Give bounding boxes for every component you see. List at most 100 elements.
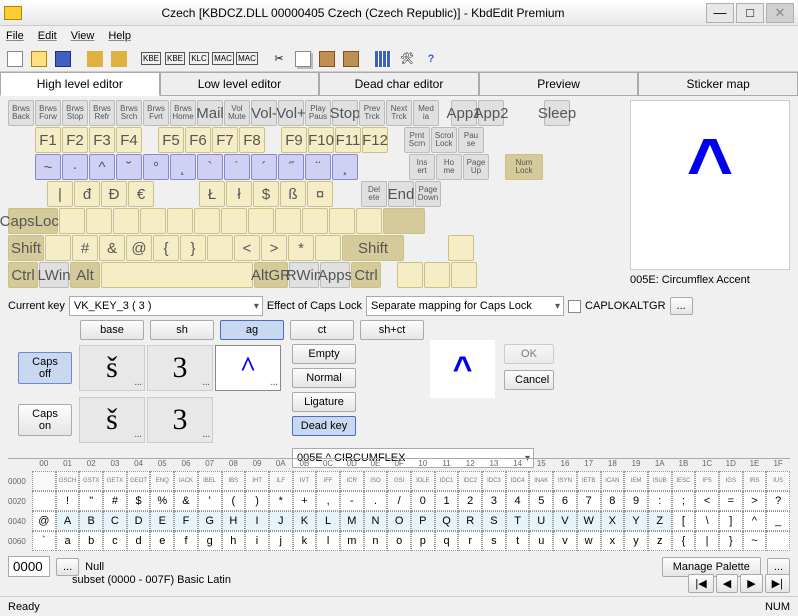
pal-cell[interactable]: 8: [601, 491, 625, 511]
palette-more-button[interactable]: ...: [767, 558, 790, 576]
pal-cell[interactable]: W: [577, 511, 601, 531]
pal-cell[interactable]: IGS: [719, 471, 743, 491]
key-next-trck[interactable]: NextTrck: [386, 100, 412, 126]
pal-cell[interactable]: A: [56, 511, 80, 531]
key--[interactable]: ¨: [305, 154, 331, 180]
tool-mac1[interactable]: MAC: [212, 48, 234, 70]
pal-cell[interactable]: GEOT: [127, 471, 151, 491]
key-num-lock[interactable]: NumLock: [505, 154, 543, 180]
key-ho-me[interactable]: Home: [436, 154, 462, 180]
pal-cell[interactable]: 2: [458, 491, 482, 511]
key--[interactable]: `: [197, 154, 223, 180]
key-f11[interactable]: F11: [335, 127, 361, 153]
pal-cell[interactable]: E: [150, 511, 174, 531]
pal-cell[interactable]: |: [695, 531, 719, 551]
key-brws-home[interactable]: BrwsHome: [170, 100, 196, 126]
key--[interactable]: ˙: [224, 154, 250, 180]
key--[interactable]: ·: [62, 154, 88, 180]
pal-cell[interactable]: {: [672, 531, 696, 551]
pal-cell[interactable]: z: [648, 531, 672, 551]
pal-cell[interactable]: P: [411, 511, 435, 531]
key-page-down[interactable]: PageDown: [415, 181, 441, 207]
key-blank[interactable]: [448, 235, 474, 261]
pal-cell[interactable]: @: [32, 511, 56, 531]
tab-sticker-map[interactable]: Sticker map: [638, 72, 798, 96]
pal-cell[interactable]: U: [529, 511, 553, 531]
cell-base-off[interactable]: š...: [79, 345, 145, 391]
key-sleep[interactable]: Sleep: [544, 100, 570, 126]
pal-cell[interactable]: IESC: [672, 471, 696, 491]
key-blank[interactable]: [101, 262, 253, 288]
key-scrol-lock[interactable]: ScrolLock: [431, 127, 457, 153]
pal-cell[interactable]: +: [293, 491, 317, 511]
pal-cell[interactable]: i: [245, 531, 269, 551]
pal-cell[interactable]: ;: [672, 491, 696, 511]
key-blank[interactable]: [140, 208, 166, 234]
pal-cell[interactable]: n: [364, 531, 388, 551]
pal-cell[interactable]: <: [695, 491, 719, 511]
key-f9[interactable]: F9: [281, 127, 307, 153]
key-blank[interactable]: [424, 262, 450, 288]
state-ct[interactable]: ct: [290, 320, 354, 340]
pal-cell[interactable]: (: [222, 491, 246, 511]
pal-cell[interactable]: .: [364, 491, 388, 511]
key-med-ia[interactable]: Media: [413, 100, 439, 126]
code-field[interactable]: [8, 556, 50, 577]
pal-cell[interactable]: 7: [577, 491, 601, 511]
pal-cell[interactable]: c: [103, 531, 127, 551]
pal-cell[interactable]: IVT: [293, 471, 317, 491]
key--[interactable]: $: [253, 181, 279, 207]
key-blank[interactable]: [248, 208, 274, 234]
pal-cell[interactable]: l: [316, 531, 340, 551]
key--[interactable]: {: [153, 235, 179, 261]
key--[interactable]: ˛: [170, 154, 196, 180]
pal-cell[interactable]: IDC4: [506, 471, 530, 491]
tool-paste2[interactable]: [340, 48, 362, 70]
pal-cell[interactable]: ICR: [340, 471, 364, 491]
pal-cell[interactable]: IEM: [624, 471, 648, 491]
pal-cell[interactable]: h: [222, 531, 246, 551]
pal-cell[interactable]: INAK: [529, 471, 553, 491]
pal-cell[interactable]: [: [672, 511, 696, 531]
tool-klc[interactable]: KLC: [188, 48, 210, 70]
pal-cell[interactable]: ': [198, 491, 222, 511]
pal-cell[interactable]: ]: [719, 511, 743, 531]
key--[interactable]: ß: [280, 181, 306, 207]
pal-cell[interactable]: G: [198, 511, 222, 531]
pal-cell[interactable]: j: [269, 531, 293, 551]
pal-cell[interactable]: ^: [743, 511, 767, 531]
pal-cell[interactable]: IBS: [222, 471, 246, 491]
pal-cell[interactable]: g: [198, 531, 222, 551]
tab-dead-char[interactable]: Dead char editor: [319, 72, 479, 96]
pal-cell[interactable]: Q: [435, 511, 459, 531]
key-f3[interactable]: F3: [89, 127, 115, 153]
key--[interactable]: đ: [74, 181, 100, 207]
key--[interactable]: *: [288, 235, 314, 261]
pal-cell[interactable]: y: [624, 531, 648, 551]
pal-cell[interactable]: L: [316, 511, 340, 531]
pal-cell[interactable]: a: [56, 531, 80, 551]
tool-help[interactable]: ?: [420, 48, 442, 70]
code-more-button[interactable]: ...: [56, 558, 79, 576]
pal-cell[interactable]: u: [529, 531, 553, 551]
tool-kbe1[interactable]: KBE: [140, 48, 162, 70]
pal-cell[interactable]: IFF: [316, 471, 340, 491]
key-prev-trck[interactable]: PrevTrck: [359, 100, 385, 126]
pal-cell[interactable]: b: [79, 531, 103, 551]
key--[interactable]: <: [234, 235, 260, 261]
key-rwin[interactable]: RWin: [289, 262, 319, 288]
cell-sh-on[interactable]: 3...: [147, 397, 213, 443]
pal-cell[interactable]: 9: [624, 491, 648, 511]
pal-cell[interactable]: X: [601, 511, 625, 531]
pal-cell[interactable]: 3: [482, 491, 506, 511]
pal-cell[interactable]: ISO: [364, 471, 388, 491]
key--[interactable]: &: [99, 235, 125, 261]
key-f4[interactable]: F4: [116, 127, 142, 153]
pal-cell[interactable]: [32, 471, 56, 491]
pal-cell[interactable]: ISUB: [648, 471, 672, 491]
close-button[interactable]: ✕: [766, 3, 794, 23]
pal-cell[interactable]: s: [482, 531, 506, 551]
key-capslock[interactable]: CapsLock: [8, 208, 58, 234]
tool-mac2[interactable]: MAC: [236, 48, 258, 70]
caps-effect-combo[interactable]: Separate mapping for Caps Lock: [366, 296, 564, 316]
